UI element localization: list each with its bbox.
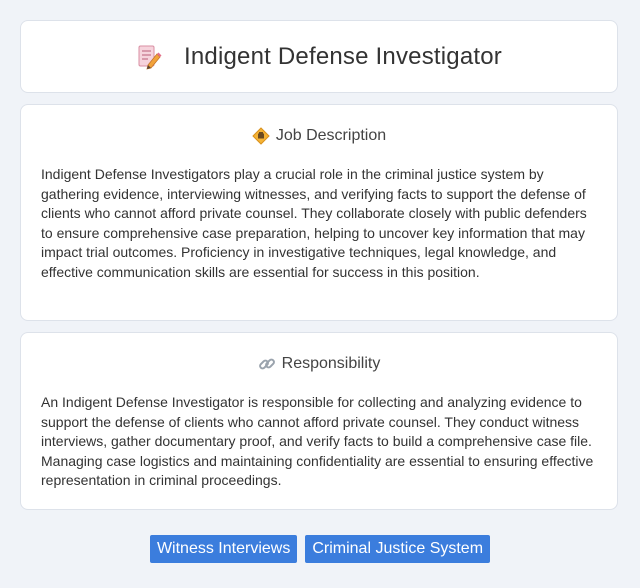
title-card: Indigent Defense Investigator [20,20,618,93]
document-pencil-icon [136,44,162,70]
link-icon [258,355,276,373]
job-description-heading: Job Description [21,127,617,145]
responsibility-title: Responsibility [281,355,381,372]
responsibility-card: Responsibility An Indigent Defense Inves… [20,332,618,510]
responsibility-text: An Indigent Defense Investigator is resp… [41,394,594,489]
responsibility-heading: Responsibility [21,355,617,373]
tag-criminal-justice-system[interactable]: Criminal Justice System [305,535,491,563]
diamond-badge-icon [252,127,270,145]
job-description-card: Job Description Indigent Defense Investi… [20,104,618,321]
job-description-text: Indigent Defense Investigators play a cr… [41,166,587,280]
tag-list: Witness Interviews Criminal Justice Syst… [0,535,640,563]
tag-witness-interviews[interactable]: Witness Interviews [149,535,298,563]
page-title: Indigent Defense Investigator [184,42,502,70]
job-description-title: Job Description [275,127,387,144]
